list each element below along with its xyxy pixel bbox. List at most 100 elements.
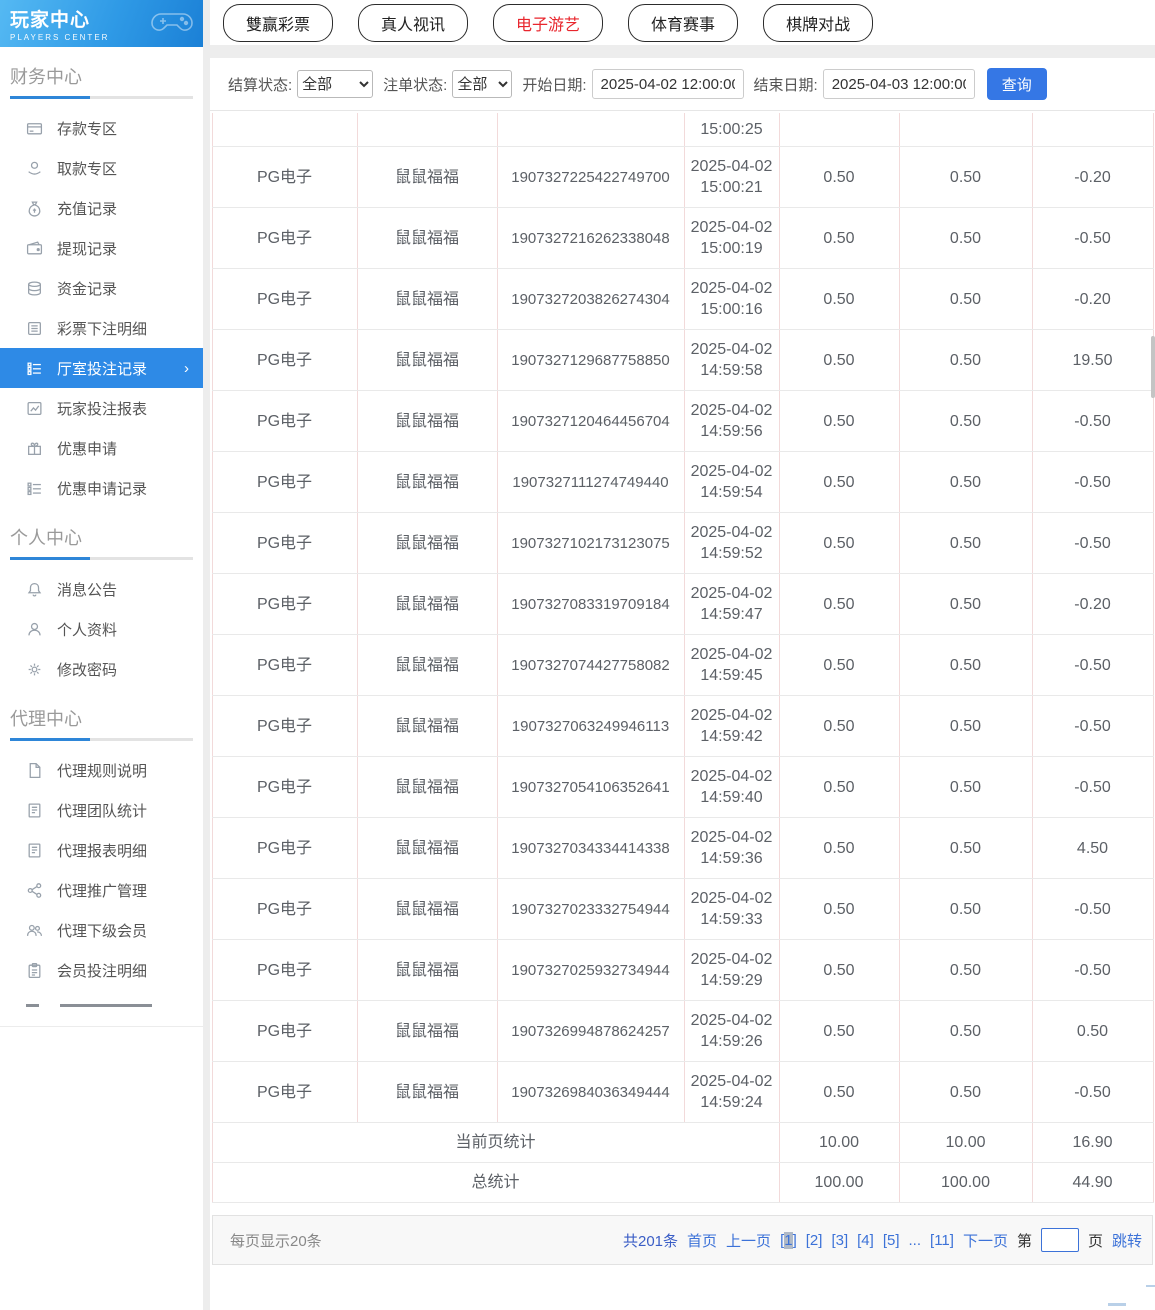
game-category-tab[interactable]: 真人视讯 bbox=[358, 4, 468, 42]
start-date-input[interactable] bbox=[592, 69, 744, 99]
cell-winloss: -0.50 bbox=[1032, 513, 1153, 574]
filter-toolbar: 结算状态: 全部 注单状态: 全部 开始日期: 结束日期: 查询 bbox=[210, 58, 1155, 111]
cell-game: 鼠鼠福福 bbox=[357, 1062, 497, 1123]
cell-game: 鼠鼠福福 bbox=[357, 452, 497, 513]
cell-provider: PG电子 bbox=[212, 818, 357, 879]
sidebar-item-label: 提现记录 bbox=[57, 238, 117, 259]
sidebar-item[interactable]: 消息公告 bbox=[0, 569, 203, 609]
sidebar-item[interactable]: 玩家投注报表 bbox=[0, 388, 203, 428]
cell-bet: 0.50 bbox=[779, 1001, 899, 1062]
listcheck-icon bbox=[26, 360, 43, 377]
sidebar-item[interactable]: 代理团队统计 bbox=[0, 790, 203, 830]
cell-winloss: -0.50 bbox=[1032, 208, 1153, 269]
order-status-select[interactable]: 全部 bbox=[452, 70, 512, 98]
sidebar-item[interactable]: 优惠申请记录 bbox=[0, 468, 203, 508]
cell-bet: 0.50 bbox=[779, 269, 899, 330]
sidebar-item[interactable]: 充值记录 bbox=[0, 188, 203, 228]
sidebar-item[interactable]: 存款专区 bbox=[0, 108, 203, 148]
cell-date-line: 2025-04-02 bbox=[687, 949, 777, 970]
list-icon bbox=[26, 320, 43, 337]
game-category-tab[interactable]: 电子游艺 bbox=[493, 4, 603, 42]
settle-status-select[interactable]: 全部 bbox=[297, 70, 373, 98]
cell-game: 鼠鼠福福 bbox=[357, 391, 497, 452]
cell-winloss: -0.20 bbox=[1032, 574, 1153, 635]
page-number-link[interactable]: [11] bbox=[930, 1232, 954, 1249]
page-number-link[interactable]: [2] bbox=[806, 1232, 823, 1249]
cell-provider: PG电子 bbox=[212, 757, 357, 818]
sidebar-item[interactable]: 优惠申请 bbox=[0, 428, 203, 468]
cell-order-id: 1907327111274749440 bbox=[497, 452, 684, 513]
floating-widget-fragment bbox=[1146, 1285, 1155, 1287]
sidebar-item-label: 消息公告 bbox=[57, 579, 117, 600]
page-number-link[interactable]: [1] bbox=[780, 1232, 797, 1249]
cell-provider: PG电子 bbox=[212, 147, 357, 208]
sidebar-item-label: 代理团队统计 bbox=[57, 800, 147, 821]
sidebar-item-clipped[interactable] bbox=[0, 1002, 203, 1010]
clipped-icon bbox=[26, 1004, 39, 1007]
page-number-link[interactable]: [3] bbox=[831, 1232, 848, 1249]
cell-bet: 0.50 bbox=[779, 696, 899, 757]
cell-date-line: 2025-04-02 bbox=[687, 339, 777, 360]
cell-date-line: 2025-04-02 bbox=[687, 1071, 777, 1092]
sidebar-item[interactable]: 厅室投注记录› bbox=[0, 348, 203, 388]
sidebar-item[interactable]: 代理下级会员 bbox=[0, 910, 203, 950]
sidebar-item[interactable]: 代理规则说明 bbox=[0, 750, 203, 790]
cell-time-line: 14:59:42 bbox=[687, 726, 777, 747]
sidebar-item[interactable]: 彩票下注明细 bbox=[0, 308, 203, 348]
summary-winloss: 16.90 bbox=[1032, 1123, 1153, 1163]
cell-valid: 0.50 bbox=[899, 208, 1032, 269]
game-category-tab[interactable]: 棋牌对战 bbox=[763, 4, 873, 42]
sidebar-item-label: 代理规则说明 bbox=[57, 760, 147, 781]
sidebar-item-label: 修改密码 bbox=[57, 659, 117, 680]
sidebar-item[interactable]: 个人资料 bbox=[0, 609, 203, 649]
game-category-tab[interactable]: 雙赢彩票 bbox=[223, 4, 333, 42]
cell-provider: PG电子 bbox=[212, 269, 357, 330]
cell-provider: PG电子 bbox=[212, 879, 357, 940]
prev-page-link[interactable]: 上一页 bbox=[726, 1230, 771, 1251]
table-row: PG电子鼠鼠福福19073269948786242572025-04-0214:… bbox=[212, 1001, 1153, 1062]
cell-time: 2025-04-0214:59:42 bbox=[684, 696, 779, 757]
jump-button[interactable]: 跳转 bbox=[1112, 1230, 1142, 1251]
page-number: 2 bbox=[810, 1232, 818, 1249]
next-page-link[interactable]: 下一页 bbox=[963, 1230, 1008, 1251]
bell-icon bbox=[26, 581, 43, 598]
cell-date-line: 2025-04-02 bbox=[687, 644, 777, 665]
page-number-link[interactable]: [4] bbox=[857, 1232, 874, 1249]
cell-date-line: 2025-04-02 bbox=[687, 888, 777, 909]
table-row: PG电子鼠鼠福福19073272162623380482025-04-0215:… bbox=[212, 208, 1153, 269]
cell-valid: 0.50 bbox=[899, 574, 1032, 635]
cell-time: 2025-04-0214:59:54 bbox=[684, 452, 779, 513]
sidebar-section-title: 代理中心 bbox=[10, 705, 193, 731]
game-category-tab[interactable]: 体育赛事 bbox=[628, 4, 738, 42]
cell-date-line: 2025-04-02 bbox=[687, 461, 777, 482]
sidebar-item-label: 优惠申请 bbox=[57, 438, 117, 459]
summary-row: 总统计100.00100.0044.90 bbox=[212, 1163, 1153, 1203]
scrollbar-thumb[interactable] bbox=[1151, 336, 1155, 398]
table-row: PG电子鼠鼠福福19073270632499461132025-04-0214:… bbox=[212, 696, 1153, 757]
sidebar-item[interactable]: 会员投注明细 bbox=[0, 950, 203, 990]
coins-icon bbox=[26, 280, 43, 297]
cell-valid: 0.50 bbox=[899, 330, 1032, 391]
cell-date-line: 2025-04-02 bbox=[687, 705, 777, 726]
table-row: PG电子鼠鼠福福19073270233327549442025-04-0214:… bbox=[212, 879, 1153, 940]
sidebar-item[interactable]: 资金记录 bbox=[0, 268, 203, 308]
cell-winloss: -0.50 bbox=[1032, 879, 1153, 940]
sidebar-item[interactable]: 代理推广管理 bbox=[0, 870, 203, 910]
query-button[interactable]: 查询 bbox=[987, 68, 1047, 100]
sidebar-item-label: 会员投注明细 bbox=[57, 960, 147, 981]
cell-bet: 0.50 bbox=[779, 940, 899, 1001]
end-date-input[interactable] bbox=[823, 69, 975, 99]
jump-page-input[interactable] bbox=[1041, 1228, 1079, 1252]
first-page-link[interactable]: 首页 bbox=[687, 1230, 717, 1251]
cell-provider: PG电子 bbox=[212, 574, 357, 635]
page-number-link[interactable]: [5] bbox=[883, 1232, 900, 1249]
sidebar-divider bbox=[0, 1026, 203, 1027]
cell-bet: 0.50 bbox=[779, 513, 899, 574]
sidebar-item[interactable]: 代理报表明细 bbox=[0, 830, 203, 870]
cell-valid: 0.50 bbox=[899, 879, 1032, 940]
cell-order-id: 1907327120464456704 bbox=[497, 391, 684, 452]
sidebar-item[interactable]: 取款专区 bbox=[0, 148, 203, 188]
sidebar-item[interactable]: 修改密码 bbox=[0, 649, 203, 689]
cell-game: 鼠鼠福福 bbox=[357, 513, 497, 574]
sidebar-item[interactable]: 提现记录 bbox=[0, 228, 203, 268]
